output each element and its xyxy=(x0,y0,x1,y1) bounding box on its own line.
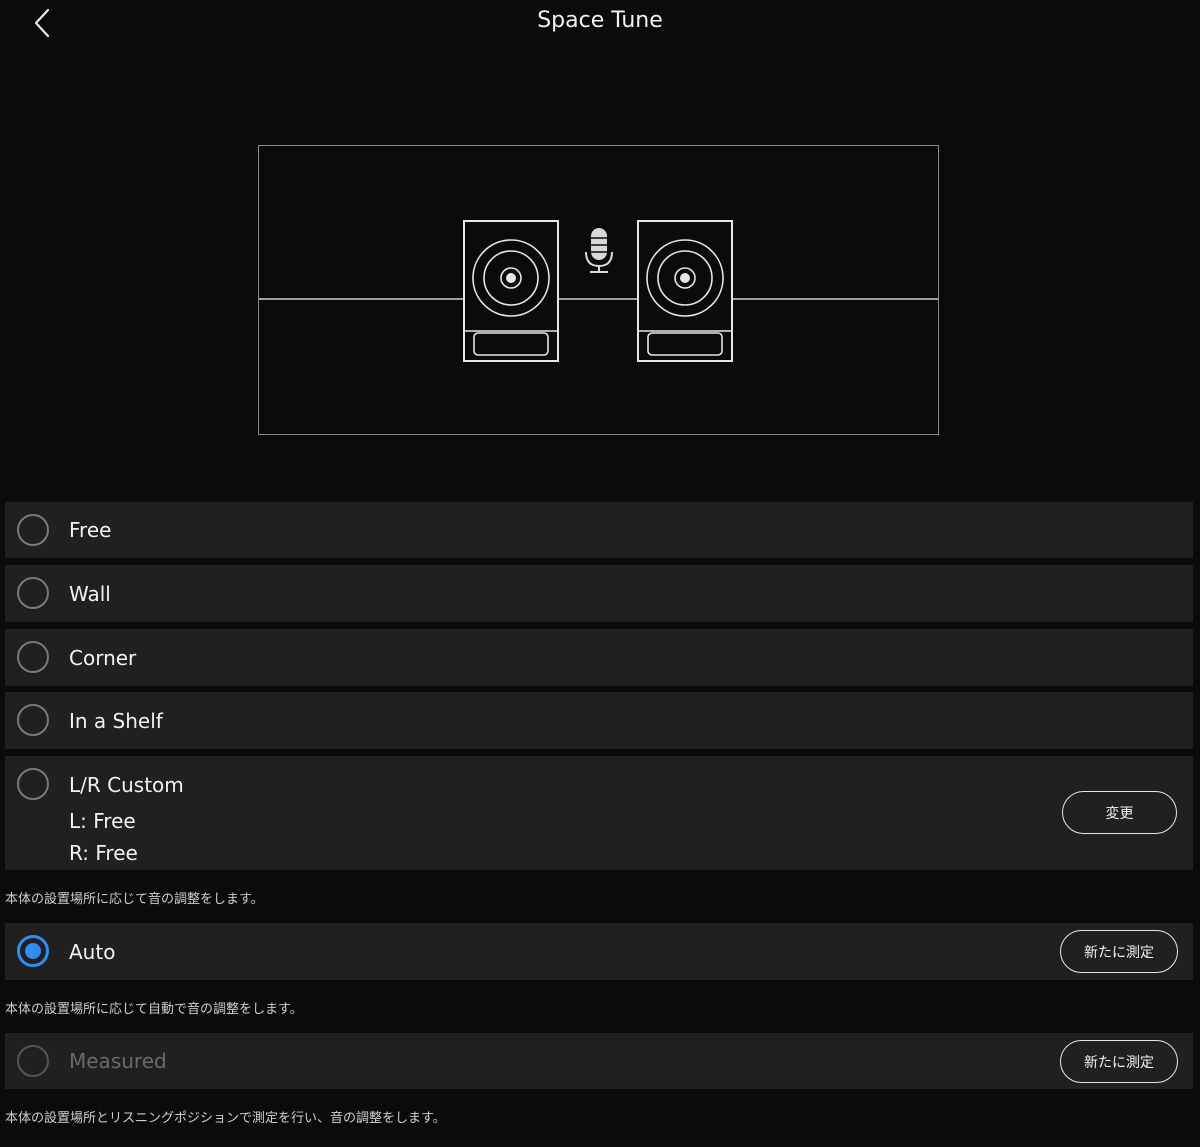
auto-description: 本体の設置場所に応じて自動で音の調整をします。 xyxy=(5,1002,303,1017)
option-free-label: Free xyxy=(69,518,112,542)
radio-free[interactable] xyxy=(17,514,49,546)
manual-description: 本体の設置場所に応じて音の調整をします。 xyxy=(5,892,264,907)
change-button[interactable]: 変更 xyxy=(1062,791,1177,834)
lr-custom-right-value: R: Free xyxy=(69,841,138,865)
radio-auto[interactable] xyxy=(17,935,49,967)
option-wall-label: Wall xyxy=(69,582,111,606)
lr-custom-left-value: L: Free xyxy=(69,809,136,833)
illustration-canvas xyxy=(259,220,938,362)
microphone-icon xyxy=(585,228,613,273)
option-shelf[interactable]: In a Shelf xyxy=(5,692,1193,749)
option-lr-custom-label: L/R Custom xyxy=(69,773,184,797)
header: Space Tune xyxy=(0,0,1200,46)
radio-shelf[interactable] xyxy=(17,704,49,736)
speaker-placement-illustration xyxy=(258,145,939,435)
option-lr-custom[interactable]: L/R Custom L: Free R: Free 変更 xyxy=(5,756,1193,870)
option-auto-label: Auto xyxy=(69,940,116,964)
radio-corner[interactable] xyxy=(17,641,49,673)
measured-description: 本体の設置場所とリスニングポジションで測定を行い、音の調整をします。 xyxy=(5,1111,446,1126)
option-wall[interactable]: Wall xyxy=(5,565,1193,622)
measured-measure-button[interactable]: 新たに測定 xyxy=(1060,1040,1178,1083)
option-measured[interactable]: Measured 新たに測定 xyxy=(5,1033,1193,1089)
radio-measured[interactable] xyxy=(17,1045,49,1077)
auto-measure-button[interactable]: 新たに測定 xyxy=(1060,930,1178,973)
speaker-icon xyxy=(637,220,733,362)
option-measured-label: Measured xyxy=(69,1049,167,1073)
option-free[interactable]: Free xyxy=(5,502,1193,558)
option-corner-label: Corner xyxy=(69,646,137,670)
radio-lr-custom[interactable] xyxy=(17,768,49,800)
option-corner[interactable]: Corner xyxy=(5,629,1193,686)
option-auto[interactable]: Auto 新たに測定 xyxy=(5,923,1193,980)
page-title: Space Tune xyxy=(537,8,663,33)
speaker-icon xyxy=(463,220,559,362)
option-shelf-label: In a Shelf xyxy=(69,709,163,733)
radio-wall[interactable] xyxy=(17,577,49,609)
